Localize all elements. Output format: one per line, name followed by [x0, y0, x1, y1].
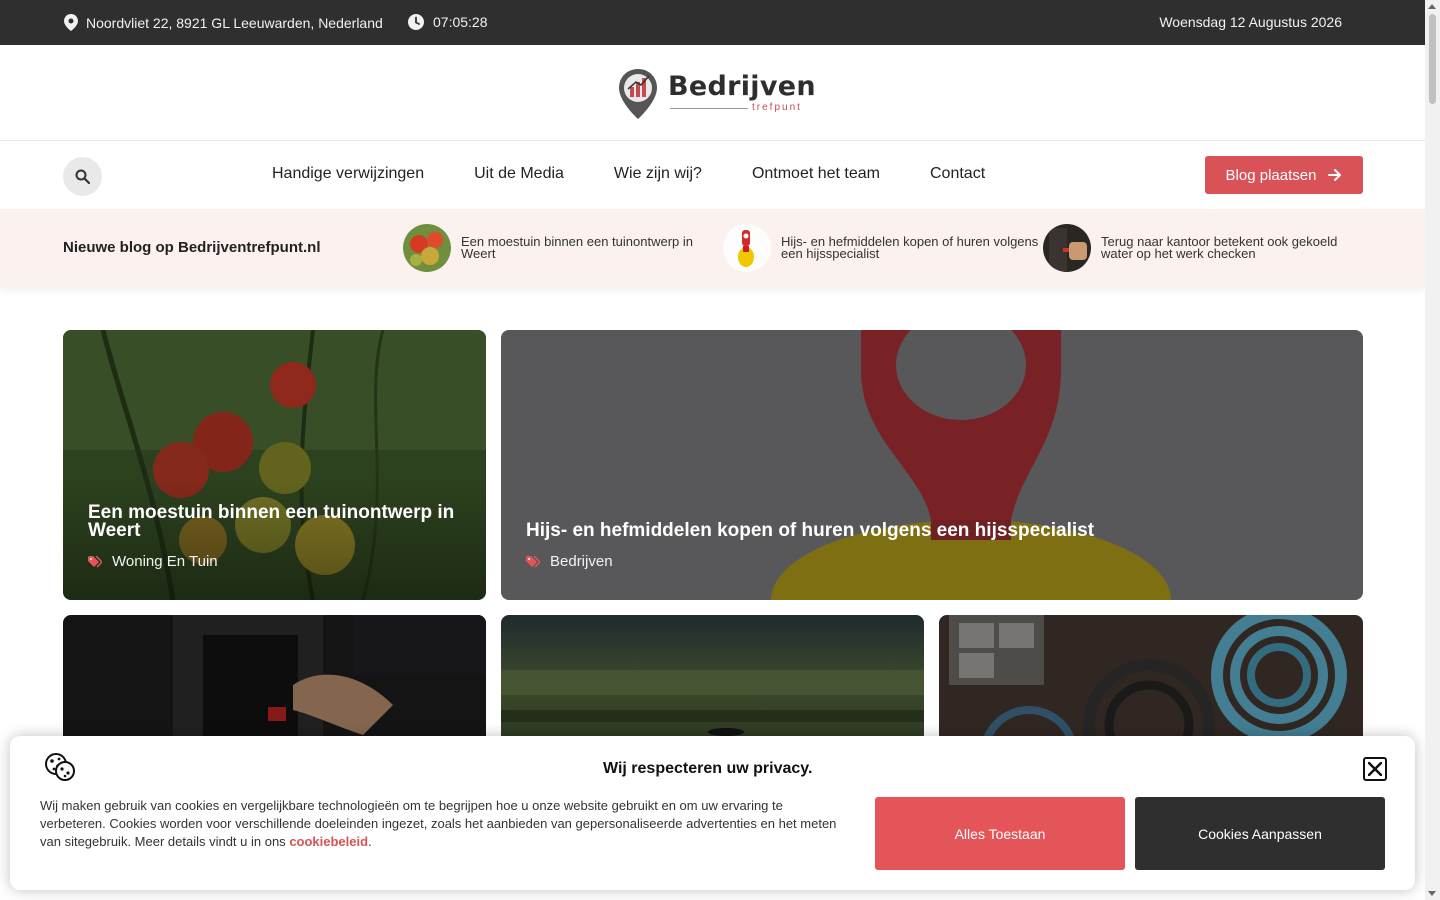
nav-item-contact[interactable]: Contact: [930, 165, 985, 183]
hoist-image: [501, 330, 1363, 600]
accept-all-button[interactable]: Alles Toestaan: [875, 797, 1125, 870]
cta-label: Blog plaatsen: [1225, 166, 1317, 184]
scroll-up-arrow[interactable]: [1428, 4, 1436, 9]
blog-plaatsen-button[interactable]: Blog plaatsen: [1205, 156, 1363, 194]
menu: Handige verwijzingen Uit de Media Wie zi…: [272, 165, 985, 183]
clock-icon: [408, 14, 424, 30]
scrollbar[interactable]: [1425, 0, 1440, 900]
news-ticker: Nieuwe blog op Bedrijventrefpunt.nl Een …: [0, 209, 1425, 287]
arrow-right-icon: [1328, 169, 1342, 181]
site-logo[interactable]: Bedrijven trefpunt: [616, 67, 816, 121]
post-card[interactable]: Hijs- en hefmiddelen kopen of huren volg…: [501, 330, 1363, 600]
cookie-body: Wij maken gebruik van cookies en vergeli…: [40, 798, 837, 849]
top-bar: Noordvliet 22, 8921 GL Leeuwarden, Neder…: [0, 0, 1425, 45]
close-button[interactable]: [1363, 757, 1387, 781]
logo-pin-icon: [619, 69, 657, 119]
cookie-policy-link[interactable]: cookiebeleid: [289, 834, 368, 849]
category-label: Woning En Tuin: [112, 553, 218, 570]
logo-sub: trefpunt: [752, 102, 802, 113]
customize-cookies-button[interactable]: Cookies Aanpassen: [1135, 797, 1385, 870]
clock: 07:05:28: [408, 14, 488, 30]
location-pin-icon: [64, 14, 78, 31]
post-title[interactable]: Een moestuin binnen een tuinontwerp in W…: [88, 503, 468, 540]
post-category[interactable]: Woning En Tuin: [88, 553, 218, 570]
scroll-thumb[interactable]: [1429, 14, 1436, 104]
post-category[interactable]: Bedrijven: [526, 553, 613, 570]
ticker-label: Nieuwe blog op Bedrijventrefpunt.nl: [63, 239, 321, 256]
logo-divider: [670, 108, 748, 109]
tags-icon: [526, 555, 540, 568]
close-icon: [1368, 762, 1382, 776]
address: Noordvliet 22, 8921 GL Leeuwarden, Neder…: [64, 14, 383, 31]
ticker-item[interactable]: Terug naar kantoor betekent ook gekoeld …: [1043, 224, 1361, 272]
tomato-thumbnail: [403, 224, 451, 272]
address-text: Noordvliet 22, 8921 GL Leeuwarden, Neder…: [86, 14, 383, 31]
post-card[interactable]: Een moestuin binnen een tuinontwerp in W…: [63, 330, 486, 600]
ticker-item[interactable]: Hijs- en hefmiddelen kopen of huren volg…: [723, 224, 1041, 272]
category-label: Bedrijven: [550, 553, 613, 570]
ticker-item-title: Een moestuin binnen een tuinontwerp in W…: [461, 234, 693, 261]
nav-item-ontmoet-het-team[interactable]: Ontmoet het team: [752, 165, 880, 183]
logo-header: Bedrijven trefpunt: [0, 45, 1425, 141]
cookie-icon: [45, 753, 75, 781]
logo-word: Bedrijven: [668, 71, 816, 102]
ticker-item-title: Hijs- en hefmiddelen kopen of huren volg…: [781, 234, 1039, 261]
tags-icon: [88, 555, 102, 568]
cookie-title: Wij respecteren uw privacy.: [603, 760, 813, 777]
ticker-item[interactable]: Een moestuin binnen een tuinontwerp in W…: [403, 224, 721, 272]
scroll-down-arrow[interactable]: [1428, 891, 1436, 896]
search-icon: [75, 169, 90, 184]
water-cooler-thumbnail: [1043, 224, 1091, 272]
nav-item-wie-zijn-wij[interactable]: Wie zijn wij?: [614, 165, 702, 183]
current-date: Woensdag 12 Augustus 2026: [1159, 14, 1342, 30]
clock-text: 07:05:28: [433, 14, 488, 30]
nav-item-uit-de-media[interactable]: Uit de Media: [474, 165, 564, 183]
nav-item-handige-verwijzingen[interactable]: Handige verwijzingen: [272, 165, 424, 183]
search-button[interactable]: [63, 157, 102, 196]
main-nav: Handige verwijzingen Uit de Media Wie zi…: [0, 141, 1425, 209]
cookie-banner: Wij respecteren uw privacy. Wij maken ge…: [10, 736, 1415, 890]
ticker-item-title: Terug naar kantoor betekent ook gekoeld …: [1101, 234, 1338, 261]
cookie-text: Wij maken gebruik van cookies en vergeli…: [40, 798, 837, 849]
post-title[interactable]: Hijs- en hefmiddelen kopen of huren volg…: [526, 521, 1326, 540]
hoist-thumbnail: [723, 224, 771, 272]
